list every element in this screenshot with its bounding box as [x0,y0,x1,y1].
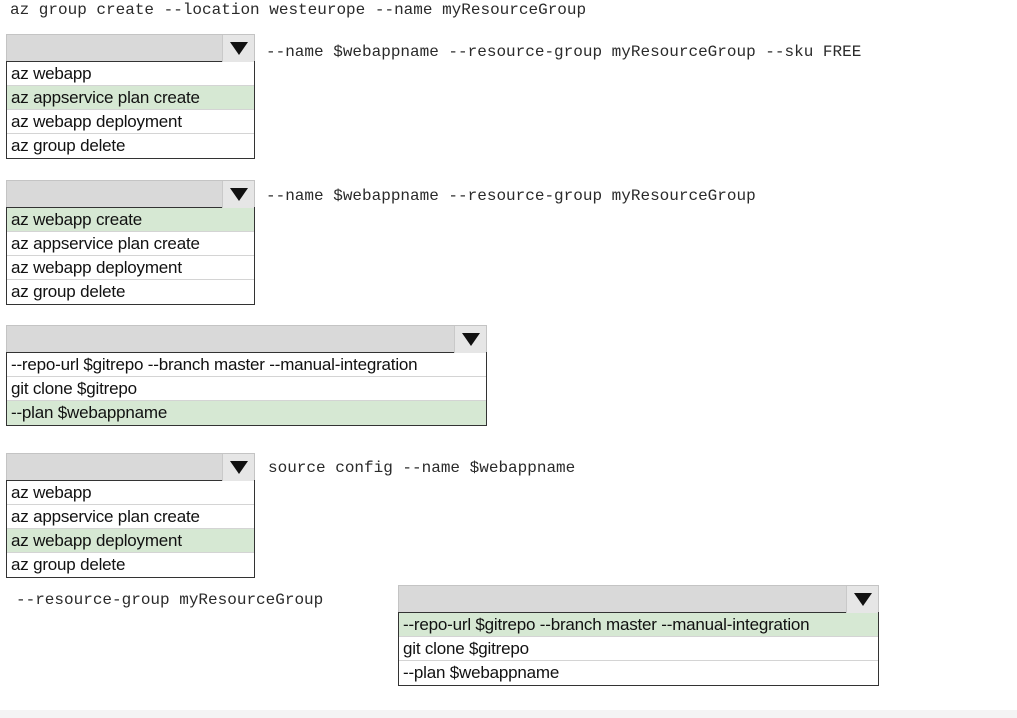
dropdown-2[interactable]: az webapp create az appservice plan crea… [6,180,255,305]
dropdown-2-header[interactable] [6,180,255,208]
dropdown-4-toggle[interactable] [222,454,254,481]
dropdown-2-option[interactable]: az group delete [7,280,254,304]
dropdown-2-option-selected[interactable]: az webapp create [7,208,254,232]
dropdown-3-option[interactable]: git clone $gitrepo [7,377,486,401]
dropdown-5-toggle[interactable] [846,586,878,613]
dropdown-2-option[interactable]: az webapp deployment [7,256,254,280]
triangle-down-icon [229,42,248,55]
dropdown-3[interactable]: --repo-url $gitrepo --branch master --ma… [6,325,487,426]
dropdown-5-prefix: --resource-group myResourceGroup [16,591,324,609]
triangle-down-icon [229,461,248,474]
dropdown-1-option[interactable]: az webapp deployment [7,110,254,134]
dropdown-2-toggle[interactable] [222,181,254,208]
dropdown-4-option[interactable]: az group delete [7,553,254,577]
dropdown-3-option[interactable]: --repo-url $gitrepo --branch master --ma… [7,353,486,377]
dropdown-4-option[interactable]: az appservice plan create [7,505,254,529]
dropdown-3-header[interactable] [6,325,487,353]
dropdown-1-option[interactable]: az webapp [7,62,254,86]
dropdown-2-suffix: --name $webappname --resource-group myRe… [266,187,756,205]
dropdown-5-header[interactable] [398,585,879,613]
dropdown-2-option[interactable]: az appservice plan create [7,232,254,256]
dropdown-1-suffix: --name $webappname --resource-group myRe… [266,43,862,61]
dropdown-1[interactable]: az webapp az appservice plan create az w… [6,34,255,159]
dropdown-1-option-selected[interactable]: az appservice plan create [7,86,254,110]
dropdown-4-suffix: source config --name $webappname [268,459,576,477]
bottom-strip [0,710,1017,718]
dropdown-1-toggle[interactable] [222,35,254,62]
dropdown-5[interactable]: --repo-url $gitrepo --branch master --ma… [398,585,879,686]
dropdown-1-option[interactable]: az group delete [7,134,254,158]
dropdown-4-header[interactable] [6,453,255,481]
dropdown-2-options: az webapp create az appservice plan crea… [6,207,255,305]
dropdown-4-options: az webapp az appservice plan create az w… [6,480,255,578]
command-line-group-create: az group create --location westeurope --… [10,1,587,19]
dropdown-4[interactable]: az webapp az appservice plan create az w… [6,453,255,578]
dropdown-5-option[interactable]: --plan $webappname [399,661,878,685]
dropdown-5-option-selected[interactable]: --repo-url $gitrepo --branch master --ma… [399,613,878,637]
dropdown-1-options: az webapp az appservice plan create az w… [6,61,255,159]
dropdown-4-option-selected[interactable]: az webapp deployment [7,529,254,553]
triangle-down-icon [461,333,480,346]
dropdown-5-option[interactable]: git clone $gitrepo [399,637,878,661]
triangle-down-icon [229,188,248,201]
triangle-down-icon [853,593,872,606]
dropdown-1-header[interactable] [6,34,255,62]
dropdown-5-options: --repo-url $gitrepo --branch master --ma… [398,612,879,686]
dropdown-3-options: --repo-url $gitrepo --branch master --ma… [6,352,487,426]
dropdown-3-toggle[interactable] [454,326,486,353]
dropdown-4-option[interactable]: az webapp [7,481,254,505]
dropdown-3-option-selected[interactable]: --plan $webappname [7,401,486,425]
